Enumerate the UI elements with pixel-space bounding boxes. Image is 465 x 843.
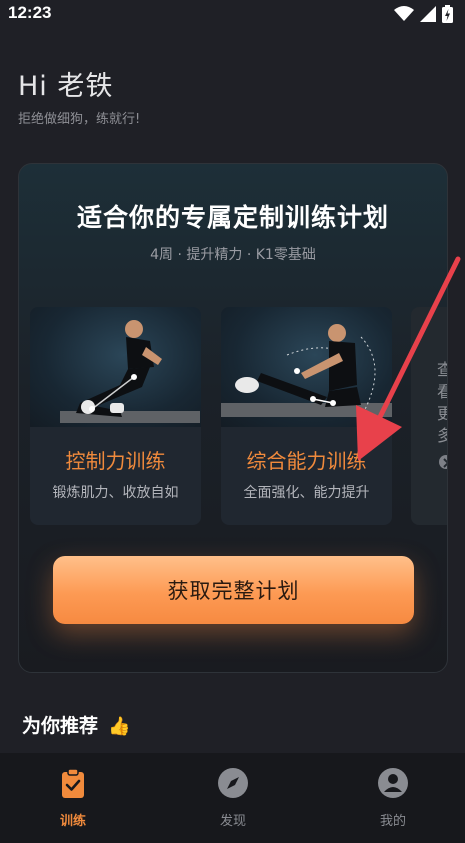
training-card-control[interactable]: 控制力训练 锻炼肌力、收放自如 — [30, 307, 201, 525]
nav-tab-profile[interactable]: 我的 — [333, 753, 453, 843]
battery-icon — [442, 5, 453, 23]
nav-label: 发现 — [219, 814, 246, 829]
training-name: 控制力训练 — [65, 449, 166, 473]
annotation-arrow-icon — [356, 256, 461, 461]
greeting-subtitle: 拒绝做细狗，练就行! — [18, 112, 141, 127]
user-icon — [378, 768, 408, 798]
nav-label: 我的 — [379, 814, 406, 829]
nav-tab-training[interactable]: 训练 — [13, 753, 133, 843]
compass-icon — [218, 768, 248, 798]
training-image-control — [30, 307, 201, 427]
training-desc: 锻炼肌力、收放自如 — [52, 485, 179, 501]
get-full-plan-button[interactable]: 获取完整计划 — [53, 556, 414, 624]
signal-icon — [420, 6, 436, 22]
clipboard-check-icon — [62, 768, 84, 798]
wifi-icon — [394, 6, 414, 21]
recommend-title: 为你推荐 👍 — [22, 711, 130, 738]
nav-label: 训练 — [59, 814, 86, 829]
nav-tab-discover[interactable]: 发现 — [173, 753, 293, 843]
bottom-nav: 训练 发现 我的 — [0, 753, 465, 843]
status-time: 12:23 — [8, 3, 52, 22]
status-icons — [394, 4, 453, 24]
greeting-title: Hi 老铁 — [18, 71, 114, 102]
screen: 12:23 Hi 老铁 拒绝做细狗，练就行! 适合你的专属定制训练计划 4周 ·… — [0, 0, 465, 843]
status-bar: 12:23 — [0, 0, 465, 28]
plan-title: 适合你的专属定制训练计划 — [76, 203, 389, 232]
thumbs-up-icon: 👍 — [108, 716, 131, 737]
recommend-title-text: 为你推荐 — [22, 715, 99, 737]
training-desc: 全面强化、能力提升 — [243, 485, 370, 501]
